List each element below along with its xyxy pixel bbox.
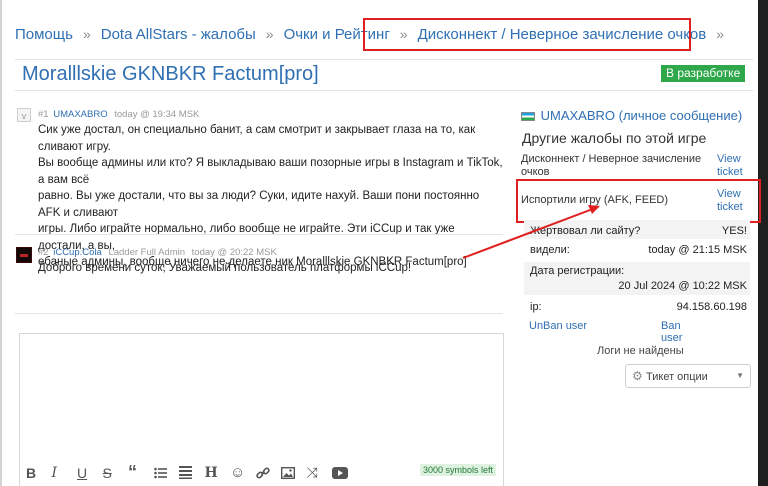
- annotation-arrow: [462, 205, 600, 259]
